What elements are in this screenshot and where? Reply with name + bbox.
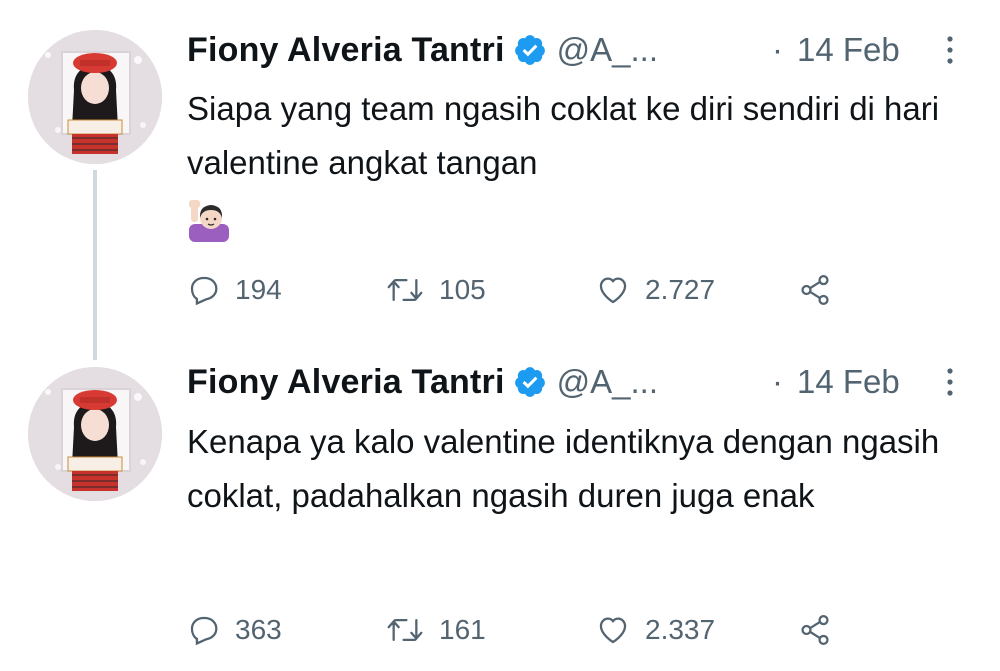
author-name[interactable]: Fiony Alveria Tantri	[187, 363, 505, 402]
more-options-icon[interactable]	[940, 366, 960, 398]
reply-icon	[190, 616, 218, 646]
reply-count: 194	[235, 274, 282, 305]
tweet-date[interactable]: 14 Feb	[797, 28, 900, 72]
tweet-header: Fiony Alveria Tantri @A_...	[187, 360, 658, 404]
share-button[interactable]	[797, 268, 833, 312]
tweet-text-content: Siapa yang team ngasih coklat ke diri se…	[187, 90, 940, 181]
like-button[interactable]: 2.337	[595, 608, 715, 652]
avatar[interactable]	[28, 367, 162, 501]
share-icon	[801, 614, 829, 646]
retweet-button[interactable]: 105	[385, 268, 486, 312]
tweet-text: Kenapa ya kalo valentine identiknya deng…	[187, 415, 982, 523]
reply-icon	[190, 276, 218, 306]
tweet-thread: Fiony Alveria Tantri @A_... · 14 Feb Sia…	[0, 0, 1000, 671]
avatar-photo	[28, 30, 162, 164]
tweet-date[interactable]: 14 Feb	[797, 360, 900, 404]
retweet-icon	[387, 278, 423, 302]
like-count: 2.337	[645, 614, 716, 645]
tweet-text: Siapa yang team ngasih coklat ke diri se…	[187, 82, 982, 244]
author-handle[interactable]: @A_...	[557, 363, 658, 401]
tweet-text-content: Kenapa ya kalo valentine identiknya deng…	[187, 423, 940, 514]
separator-dot: ·	[772, 363, 783, 400]
retweet-count: 105	[439, 274, 486, 305]
author-name[interactable]: Fiony Alveria Tantri	[187, 31, 505, 70]
tweet[interactable]: Fiony Alveria Tantri @A_... · 14 Feb Ken…	[0, 340, 1000, 671]
retweet-count: 161	[439, 614, 486, 645]
tweet-actions: 194 105 2.727	[187, 268, 887, 312]
like-count: 2.727	[645, 274, 716, 305]
tweet[interactable]: Fiony Alveria Tantri @A_... · 14 Feb Sia…	[0, 0, 1000, 360]
retweet-button[interactable]: 161	[385, 608, 486, 652]
retweet-icon	[387, 618, 423, 642]
share-button[interactable]	[797, 608, 833, 652]
author-handle[interactable]: @A_...	[557, 31, 658, 69]
heart-icon	[599, 277, 627, 304]
heart-icon	[599, 617, 627, 644]
reply-count: 363	[235, 614, 282, 645]
verified-badge-icon	[513, 365, 547, 399]
raising-hand-woman-emoji	[187, 198, 231, 243]
reply-button[interactable]: 194	[187, 268, 282, 312]
tweet-header: Fiony Alveria Tantri @A_...	[187, 28, 658, 72]
like-button[interactable]: 2.727	[595, 268, 715, 312]
avatar-photo	[28, 367, 162, 501]
tweet-actions: 363 161 2.337	[187, 608, 887, 652]
share-icon	[801, 274, 829, 306]
separator-dot: ·	[772, 31, 783, 68]
verified-badge-icon	[513, 33, 547, 67]
avatar[interactable]	[28, 30, 162, 164]
more-options-icon[interactable]	[940, 34, 960, 66]
reply-button[interactable]: 363	[187, 608, 282, 652]
thread-connector-line	[93, 170, 97, 360]
